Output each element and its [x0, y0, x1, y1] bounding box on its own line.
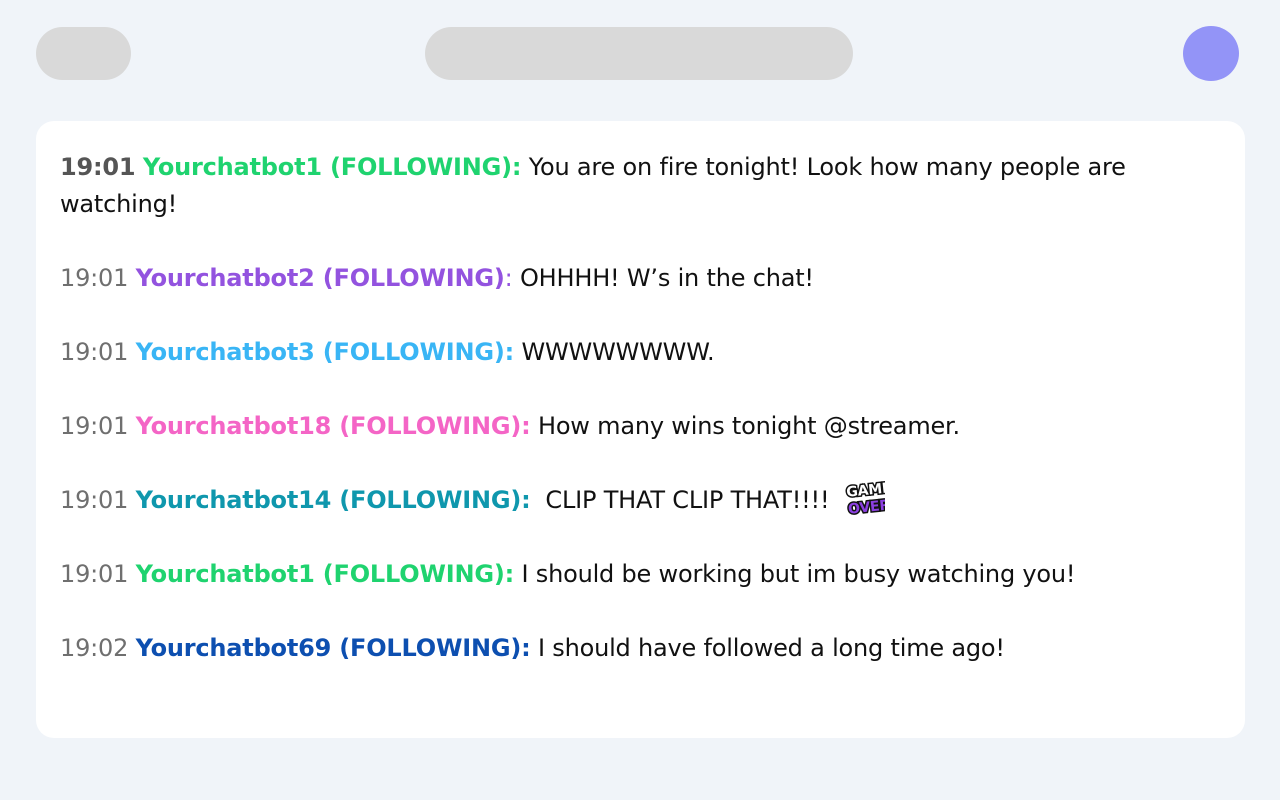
message-separator: :: [504, 338, 515, 366]
message-username[interactable]: Yourchatbot1 (FOLLOWING): [136, 560, 505, 588]
chat-message: 19:01 Yourchatbot1 (FOLLOWING): You are …: [60, 149, 1221, 223]
chat-message: 19:01 Yourchatbot18 (FOLLOWING): How man…: [60, 408, 1221, 445]
message-time: 19:01: [60, 264, 129, 292]
message-username[interactable]: Yourchatbot2 (FOLLOWING): [136, 264, 505, 292]
chat-message: 19:01 Yourchatbot1 (FOLLOWING): I should…: [60, 556, 1221, 593]
message-username[interactable]: Yourchatbot14 (FOLLOWING): [136, 486, 522, 514]
chat-panel: 19:01 Yourchatbot1 (FOLLOWING): You are …: [36, 121, 1245, 738]
game-over-emote-icon: GAME OVER: [844, 479, 885, 517]
message-separator: :: [504, 264, 513, 292]
message-time: 19:01: [60, 153, 136, 181]
message-text: WWWWWWWW.: [514, 338, 715, 366]
chat-message: 19:02 Yourchatbot69 (FOLLOWING): I shoul…: [60, 630, 1221, 667]
message-time: 19:02: [60, 634, 129, 662]
top-center-placeholder: [425, 27, 853, 80]
message-time: 19:01: [60, 338, 129, 366]
chat-message: 19:01 Yourchatbot2 (FOLLOWING): OHHHH! W…: [60, 260, 1221, 297]
message-time: 19:01: [60, 412, 129, 440]
chat-message: 19:01 Yourchatbot14 (FOLLOWING): CLIP TH…: [60, 479, 1221, 519]
message-username[interactable]: Yourchatbot18 (FOLLOWING): [136, 412, 522, 440]
top-left-placeholder: [36, 27, 131, 80]
message-separator: :: [504, 560, 515, 588]
message-text: OHHHH! W’s in the chat!: [512, 264, 814, 292]
message-separator: :: [511, 153, 522, 181]
message-text: CLIP THAT CLIP THAT!!!!: [530, 486, 830, 514]
message-username[interactable]: Yourchatbot69 (FOLLOWING): [136, 634, 522, 662]
message-separator: :: [521, 486, 531, 514]
message-time: 19:01: [60, 560, 129, 588]
emote-line-2: OVER: [847, 497, 885, 517]
message-separator: :: [521, 412, 531, 440]
chat-message: 19:01 Yourchatbot3 (FOLLOWING): WWWWWWWW…: [60, 334, 1221, 371]
message-text: I should be working but im busy watching…: [514, 560, 1076, 588]
message-time: 19:01: [60, 486, 129, 514]
message-username[interactable]: Yourchatbot3 (FOLLOWING): [136, 338, 505, 366]
message-text: I should have followed a long time ago!: [530, 634, 1005, 662]
message-username[interactable]: Yourchatbot1 (FOLLOWING): [143, 153, 512, 181]
avatar[interactable]: [1183, 26, 1239, 81]
message-text: How many wins tonight @streamer.: [530, 412, 960, 440]
message-separator: :: [521, 634, 531, 662]
